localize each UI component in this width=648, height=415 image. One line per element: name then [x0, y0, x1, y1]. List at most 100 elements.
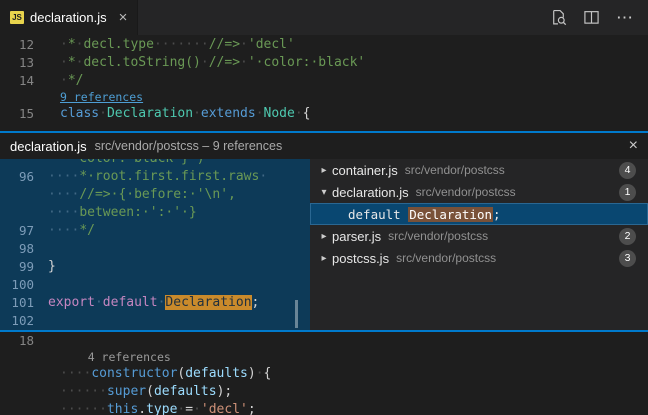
peek-view-header: declaration.js src/vendor/postcss – 9 re…: [0, 133, 648, 159]
result-file-declaration.js[interactable]: ▾declaration.jssrc/vendor/postcss1: [310, 181, 648, 203]
code-token: 'decl': [201, 402, 248, 415]
line-number: [0, 159, 48, 168]
tab-close-icon[interactable]: ×: [119, 10, 128, 25]
reference-count-badge: 3: [619, 250, 636, 267]
code-token: */: [68, 73, 84, 88]
code-line: 98: [0, 240, 310, 258]
result-file-parser.js[interactable]: ▸parser.jssrc/vendor/postcss2: [310, 225, 648, 247]
line-number: 13: [0, 54, 60, 72]
code-token: //=>: [209, 37, 240, 52]
search-editor-icon[interactable]: [550, 9, 567, 26]
code-token: Declaration: [107, 106, 193, 121]
chevron-down-icon[interactable]: ▾: [316, 187, 332, 198]
code-token: *: [68, 37, 76, 52]
code-token: ·: [256, 366, 264, 381]
line-number: 14: [0, 72, 60, 90]
line-content: ·*·decl.type·······//=>·'decl': [60, 36, 295, 54]
line-content: class·Declaration·extends·Node·{: [60, 105, 310, 123]
editor-actions: ⋯: [550, 0, 648, 35]
code-token: //=>: [209, 55, 240, 70]
code-token: ·······: [154, 37, 209, 52]
line-number: [0, 365, 60, 383]
chevron-right-icon[interactable]: ▸: [316, 231, 332, 242]
code-token: default: [103, 295, 158, 310]
code-token: *: [68, 55, 76, 70]
code-token: ·: [256, 106, 264, 121]
code-line: 18: [0, 332, 648, 350]
peek-editor-scrollbar[interactable]: [295, 300, 298, 328]
result-file-postcss.js[interactable]: ▸postcss.jssrc/vendor/postcss3: [310, 247, 648, 269]
line-number: 101: [0, 294, 48, 312]
code-line: 15class·Declaration·extends·Node·{: [0, 105, 648, 123]
line-number: 98: [0, 240, 48, 258]
peek-title: declaration.js: [10, 139, 87, 154]
javascript-file-icon: JS: [10, 11, 24, 24]
result-file-container.js[interactable]: ▸container.jssrc/vendor/postcss4: [310, 159, 648, 181]
code-token: extends: [201, 106, 256, 121]
line-content: 9 references: [60, 90, 143, 105]
code-token: ····: [48, 205, 79, 220]
line-number: [0, 383, 60, 401]
more-actions-icon[interactable]: ⋯: [616, 9, 634, 26]
chevron-right-icon[interactable]: ▸: [316, 165, 332, 176]
code-token: {: [264, 366, 272, 381]
line-content: ····//=>·{·before:·'\n',: [48, 186, 236, 204]
line-content: }: [48, 258, 56, 276]
editor-code-below-peek: 18····4 references····constructor(defaul…: [0, 332, 648, 415]
code-line: 96····*·root.first.first.raws·: [0, 168, 310, 186]
line-content: ······this.type·=·'decl';: [60, 401, 256, 415]
code-token: super: [107, 384, 146, 399]
reference-count-badge: 1: [619, 184, 636, 201]
peek-close-icon[interactable]: ×: [629, 138, 638, 154]
line-number: 96: [0, 168, 48, 186]
line-number: 99: [0, 258, 48, 276]
code-token: ·: [193, 402, 201, 415]
result-reference-declaration[interactable]: default Declaration;: [310, 203, 648, 225]
peek-editor-preview[interactable]: ····color:·black·}')96····*·root.first.f…: [0, 159, 310, 330]
match-highlight: Declaration: [165, 295, 251, 310]
code-token: ;: [224, 384, 232, 399]
codelens-references-link[interactable]: 9 references: [60, 90, 143, 104]
code-line: ····constructor(defaults)·{: [0, 365, 648, 383]
line-number: [0, 204, 48, 222]
code-token: constructor: [91, 366, 177, 381]
chevron-right-icon[interactable]: ▸: [316, 253, 332, 264]
line-number: 102: [0, 312, 48, 330]
reference-text: default: [348, 207, 408, 222]
code-token: color:·black·}'): [79, 159, 204, 166]
file-name: declaration.js: [332, 185, 409, 200]
code-token: this: [107, 402, 138, 415]
code-token: =: [185, 402, 193, 415]
peek-view-body: ····color:·black·}')96····*·root.first.f…: [0, 159, 648, 330]
code-token: ····: [48, 223, 79, 238]
reference-count-badge: 4: [619, 162, 636, 179]
code-token: defaults: [154, 384, 217, 399]
line-number: 18: [0, 332, 60, 350]
references-tree: ▸container.jssrc/vendor/postcss4▾declara…: [310, 159, 648, 330]
code-token: 'decl': [248, 37, 295, 52]
code-token: ·: [259, 169, 267, 184]
code-line: ····color:·black·}'): [0, 159, 310, 168]
code-token: (: [146, 384, 154, 399]
code-line: ······this.type·=·'decl';: [0, 401, 648, 415]
reference-text: ;: [493, 207, 501, 222]
reference-match-highlight: Declaration: [408, 207, 493, 222]
code-token: defaults: [185, 366, 248, 381]
file-path: src/vendor/postcss: [396, 251, 496, 265]
file-path: src/vendor/postcss: [388, 229, 488, 243]
file-name: parser.js: [332, 229, 381, 244]
code-line: 14·*/: [0, 72, 648, 90]
code-token: ·: [99, 106, 107, 121]
line-content: ····4 references: [60, 350, 171, 365]
line-content: ·*/: [60, 72, 83, 90]
line-content: ····constructor(defaults)·{: [60, 365, 271, 383]
code-token: ····: [48, 169, 79, 184]
line-number: 97: [0, 222, 48, 240]
split-editor-icon[interactable]: [583, 9, 600, 26]
code-token: ····: [48, 187, 79, 202]
code-token: ······: [60, 384, 107, 399]
tab-declaration-js[interactable]: JS declaration.js ×: [0, 0, 138, 35]
file-name: container.js: [332, 163, 398, 178]
code-token: ·: [60, 73, 68, 88]
code-token: between:·':·'·}: [79, 205, 196, 220]
